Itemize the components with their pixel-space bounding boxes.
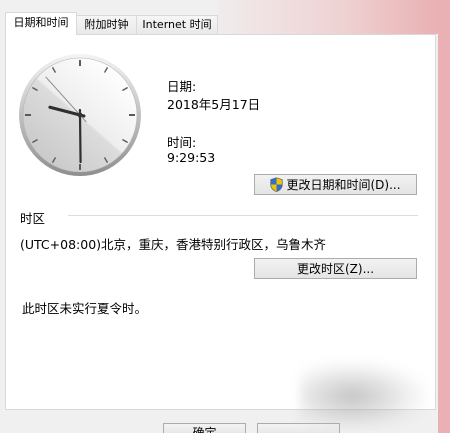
time-label: 时间: <box>167 135 197 150</box>
ok-button[interactable]: 确定 <box>163 423 246 433</box>
window-frame-top <box>218 0 438 34</box>
change-timezone-button[interactable]: 更改时区(Z)... <box>254 258 417 279</box>
tab-additional-clocks[interactable]: 附加时钟 <box>76 15 137 35</box>
time-value: 9:29:53 <box>167 150 216 165</box>
tab-date-and-time[interactable]: 日期和时间 <box>5 12 77 35</box>
window-frame-right <box>438 0 450 433</box>
uac-shield-icon <box>270 177 284 192</box>
timezone-value: (UTC+08:00)北京，重庆，香港特别行政区，乌鲁木齐 <box>20 237 327 252</box>
tab-label: 附加时钟 <box>84 18 129 31</box>
tab-label: Internet 时间 <box>142 18 212 31</box>
change-date-time-button-label: 更改日期和时间(D)... <box>286 178 401 192</box>
watermark-overlay <box>300 360 430 426</box>
clock-center-cap <box>77 112 83 118</box>
change-timezone-button-label: 更改时区(Z)... <box>296 262 375 276</box>
tab-label: 日期和时间 <box>13 16 69 29</box>
timezone-section-label: 时区 <box>20 211 46 226</box>
timezone-divider <box>68 215 418 216</box>
date-value: 2018年5月17日 <box>167 97 261 112</box>
clock-minute-hand <box>78 108 82 164</box>
change-date-time-button[interactable]: 更改日期和时间(D)... <box>254 174 417 195</box>
date-label: 日期: <box>167 79 197 94</box>
ok-button-label: 确定 <box>192 426 217 433</box>
analog-clock-icon <box>19 54 141 176</box>
dst-note: 此时区未实行夏令时。 <box>22 301 148 316</box>
tab-internet-time[interactable]: Internet 时间 <box>136 15 218 35</box>
